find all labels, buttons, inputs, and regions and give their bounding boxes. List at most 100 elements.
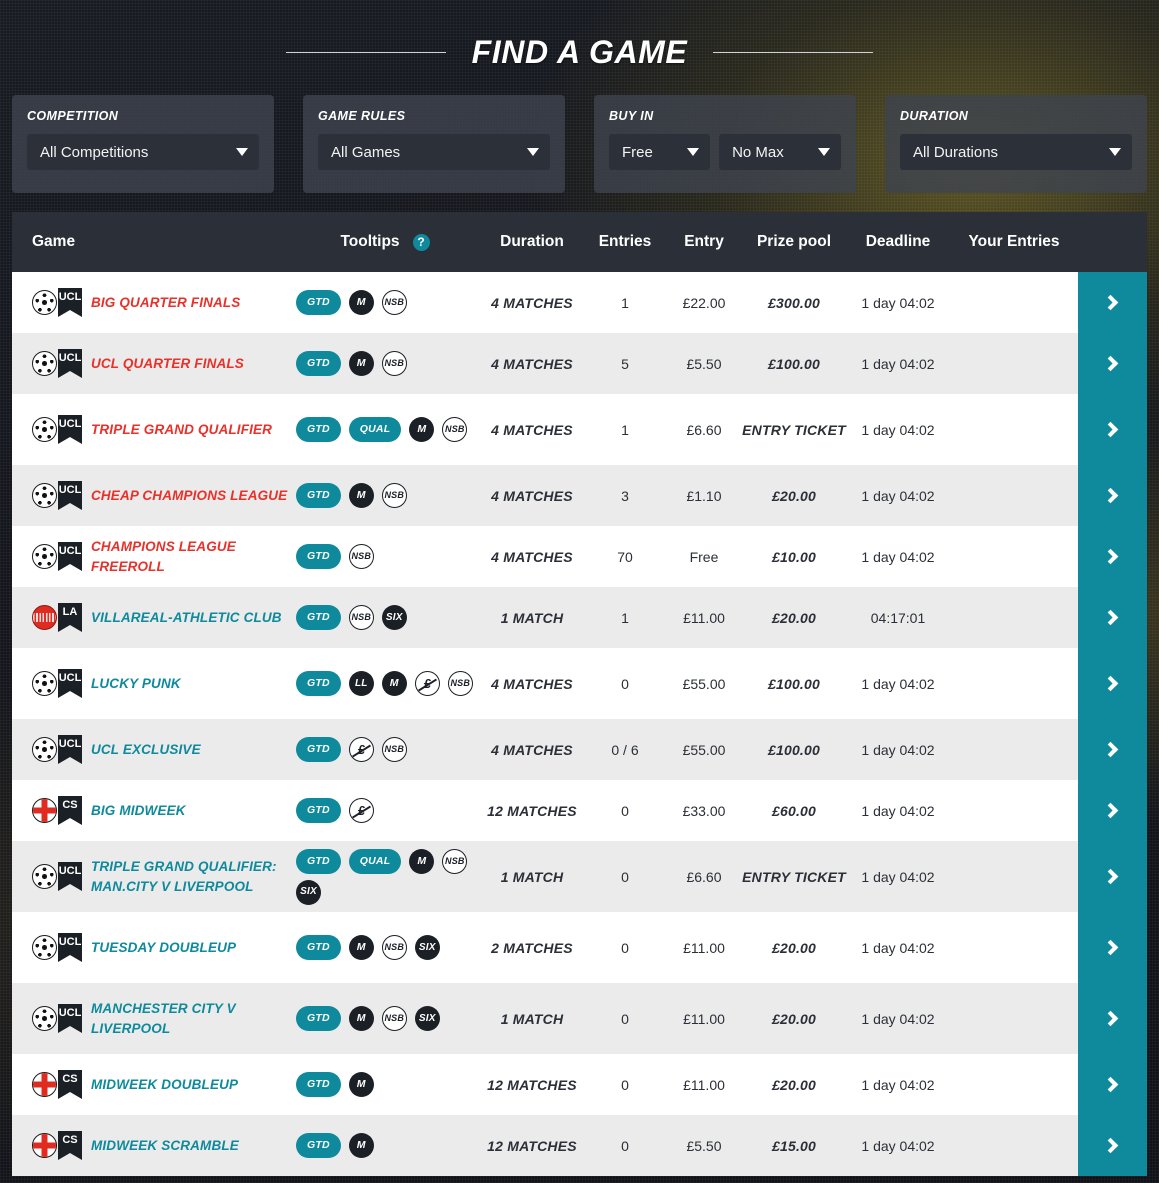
game-name-link[interactable]: TRIPLE GRAND QUALIFIER xyxy=(91,420,272,440)
badge-m-icon[interactable]: M xyxy=(348,1006,374,1031)
badge-gtd-icon[interactable]: GTD xyxy=(296,351,341,376)
badge-nsb-icon[interactable]: NSB xyxy=(381,483,407,508)
deadline-value: 1 day 04:02 xyxy=(861,802,935,819)
table-row[interactable]: UCL BIG QUARTER FINALS GTD M NSB 4 MATCHES 1 £2… xyxy=(12,272,1147,333)
table-row[interactable]: UCL LUCKY PUNK GTD LL M £ NSB 4 MATCHES 0 £55.00 £… xyxy=(12,648,1147,719)
table-row[interactable]: UCL TRIPLE GRAND QUALIFIER GTD QUAL M NSB 4 MA… xyxy=(12,394,1147,465)
badge-m-icon[interactable]: M xyxy=(381,671,407,696)
badge-nsb-icon[interactable]: NSB xyxy=(381,351,407,376)
game-name-link[interactable]: TUESDAY DOUBLEUP xyxy=(91,938,236,958)
badge-nsb-icon[interactable]: NSB xyxy=(348,605,374,630)
badge-qual-icon[interactable]: QUAL xyxy=(348,848,402,874)
badge-m-icon[interactable]: M xyxy=(348,935,374,960)
badge-m-icon[interactable]: M xyxy=(348,1072,374,1097)
badge-gtd-icon[interactable]: GTD xyxy=(296,1072,341,1097)
table-row[interactable]: CS MIDWEEK SCRAMBLE GTD M 12 MATCHES 0 £5.50 £1… xyxy=(12,1115,1147,1176)
game-name-link[interactable]: CHAMPIONS LEAGUE FREEROLL xyxy=(91,537,290,576)
badge-six-icon[interactable]: SIX xyxy=(414,1006,440,1031)
table-row[interactable]: UCL MANCHESTER CITY V LIVERPOOL GTD M NSB SIX… xyxy=(12,983,1147,1054)
enter-game-button[interactable] xyxy=(1078,465,1147,526)
badge-gtd-icon[interactable]: GTD xyxy=(296,1006,341,1031)
game-name-link[interactable]: MIDWEEK DOUBLEUP xyxy=(91,1075,238,1095)
game-name-link[interactable]: UCL QUARTER FINALS xyxy=(91,354,244,374)
enter-game-button[interactable] xyxy=(1078,648,1147,719)
badge-gtd-icon[interactable]: GTD xyxy=(296,290,341,315)
badge-gtd-icon[interactable]: GTD xyxy=(296,483,341,508)
game-rules-select[interactable]: All Games xyxy=(318,134,550,170)
badge-gtd-icon[interactable]: GTD xyxy=(296,605,341,630)
badge-m-icon[interactable]: M xyxy=(348,1133,374,1158)
badge-m-icon[interactable]: M xyxy=(409,848,435,874)
badge-gtd-icon[interactable]: GTD xyxy=(296,848,341,874)
enter-game-button[interactable] xyxy=(1078,841,1147,912)
table-row[interactable]: UCL UCL EXCLUSIVE GTD £ NSB 4 MATCHES 0 / 6 £55… xyxy=(12,719,1147,780)
enter-game-button[interactable] xyxy=(1078,394,1147,465)
buyin-max-select[interactable]: No Max xyxy=(719,134,841,170)
table-row[interactable]: LA VILLAREAL-ATHLETIC CLUB GTD NSB SIX 1 MATC… xyxy=(12,587,1147,648)
badge-no-entry-fee-icon[interactable]: £ xyxy=(414,671,440,696)
badge-nsb-icon[interactable]: NSB xyxy=(442,848,468,874)
table-row[interactable]: UCL UCL QUARTER FINALS GTD M NSB 4 MATCHES 5 £5… xyxy=(12,333,1147,394)
badge-m-icon[interactable]: M xyxy=(348,483,374,508)
enter-game-button[interactable] xyxy=(1078,780,1147,841)
enter-game-button[interactable] xyxy=(1078,983,1147,1054)
enter-game-button[interactable] xyxy=(1078,587,1147,648)
ucl-ball-icon xyxy=(32,417,57,442)
enter-game-button[interactable] xyxy=(1078,912,1147,983)
badge-gtd-icon[interactable]: GTD xyxy=(296,671,341,696)
game-name-link[interactable]: CHEAP CHAMPIONS LEAGUE xyxy=(91,486,287,506)
badge-no-entry-fee-icon[interactable]: £ xyxy=(348,798,374,823)
badge-nsb-icon[interactable]: NSB xyxy=(381,1006,407,1031)
badge-nsb-icon[interactable]: NSB xyxy=(348,544,374,569)
tooltips-cell: GTD M NSB xyxy=(290,345,480,382)
badge-m-icon[interactable]: M xyxy=(348,290,374,315)
badge-qual-icon[interactable]: QUAL xyxy=(348,417,402,442)
game-name-link[interactable]: BIG QUARTER FINALS xyxy=(91,293,240,313)
game-name-link[interactable]: TRIPLE GRAND QUALIFIER: MAN.CITY V LIVER… xyxy=(91,857,290,896)
competition-select[interactable]: All Competitions xyxy=(27,134,259,170)
badge-m-icon[interactable]: M xyxy=(348,351,374,376)
badge-nsb-icon[interactable]: NSB xyxy=(442,417,468,442)
game-name-link[interactable]: UCL EXCLUSIVE xyxy=(91,740,201,760)
entry-value: £55.00 xyxy=(682,675,726,692)
table-row[interactable]: UCL CHAMPIONS LEAGUE FREEROLL GTD NSB 4 MATC… xyxy=(12,526,1147,587)
badge-gtd-icon[interactable]: GTD xyxy=(296,798,341,823)
enter-game-button[interactable] xyxy=(1078,1115,1147,1176)
enter-game-button[interactable] xyxy=(1078,1054,1147,1115)
game-name-link[interactable]: VILLAREAL-ATHLETIC CLUB xyxy=(91,608,282,628)
badge-m-icon[interactable]: M xyxy=(409,417,435,442)
badge-gtd-icon[interactable]: GTD xyxy=(296,935,341,960)
table-row[interactable]: CS MIDWEEK DOUBLEUP GTD M 12 MATCHES 0 £11.00 £… xyxy=(12,1054,1147,1115)
entry-value: Free xyxy=(689,548,719,565)
enter-game-button[interactable] xyxy=(1078,272,1147,333)
game-name-link[interactable]: MIDWEEK SCRAMBLE xyxy=(91,1136,239,1156)
table-row[interactable]: UCL TUESDAY DOUBLEUP GTD M NSB SIX 2 MATCHES 0 £… xyxy=(12,912,1147,983)
enter-game-button[interactable] xyxy=(1078,526,1147,587)
filter-bar: COMPETITION All Competitions GAME RULES All… xyxy=(0,74,1159,193)
badge-no-entry-fee-icon[interactable]: £ xyxy=(348,737,374,762)
badge-ll-icon[interactable]: LL xyxy=(348,671,374,696)
enter-game-button[interactable] xyxy=(1078,719,1147,780)
badge-nsb-icon[interactable]: NSB xyxy=(447,671,473,696)
badge-six-icon[interactable]: SIX xyxy=(296,879,321,905)
enter-game-button[interactable] xyxy=(1078,333,1147,394)
badge-six-icon[interactable]: SIX xyxy=(414,935,440,960)
game-name-link[interactable]: MANCHESTER CITY V LIVERPOOL xyxy=(91,999,290,1038)
game-name-link[interactable]: BIG MIDWEEK xyxy=(91,801,186,821)
badge-nsb-icon[interactable]: NSB xyxy=(381,290,407,315)
badge-gtd-icon[interactable]: GTD xyxy=(296,1133,341,1158)
badge-gtd-icon[interactable]: GTD xyxy=(296,737,341,762)
select-value: All Durations xyxy=(913,143,999,161)
buyin-min-select[interactable]: Free xyxy=(609,134,711,170)
help-icon[interactable]: ? xyxy=(412,233,430,251)
badge-gtd-icon[interactable]: GTD xyxy=(296,544,341,569)
table-row[interactable]: CS BIG MIDWEEK GTD £12 MATCHES 0 £33.00 £60.00… xyxy=(12,780,1147,841)
table-row[interactable]: UCL TRIPLE GRAND QUALIFIER: MAN.CITY V LI… xyxy=(12,841,1147,912)
badge-nsb-icon[interactable]: NSB xyxy=(381,935,407,960)
badge-gtd-icon[interactable]: GTD xyxy=(296,417,341,442)
table-row[interactable]: UCL CHEAP CHAMPIONS LEAGUE GTD M NSB 4 MATCHE… xyxy=(12,465,1147,526)
duration-select[interactable]: All Durations xyxy=(900,134,1132,170)
game-name-link[interactable]: LUCKY PUNK xyxy=(91,674,181,694)
badge-six-icon[interactable]: SIX xyxy=(381,605,407,630)
badge-nsb-icon[interactable]: NSB xyxy=(381,737,407,762)
